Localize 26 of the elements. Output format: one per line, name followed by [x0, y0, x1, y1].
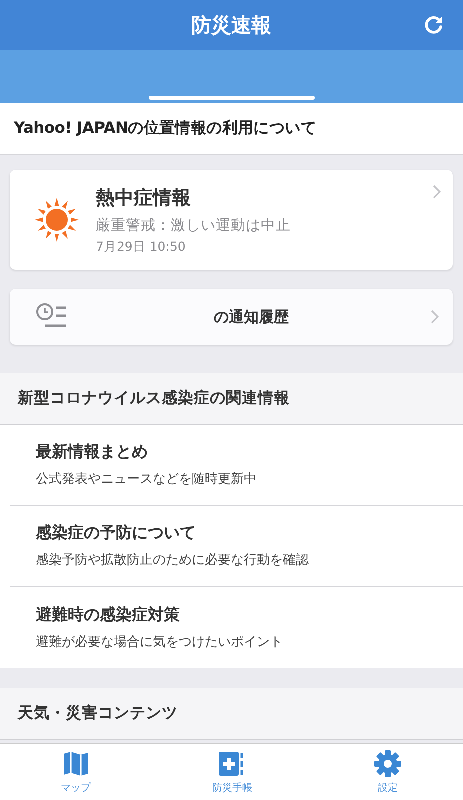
list-item[interactable]: 感染症の予防について 感染予防や拡散防止のために必要な行動を確認	[10, 506, 463, 587]
section-header: 新型コロナウイルス感染症の関連情報	[0, 373, 463, 425]
alert-card[interactable]: 熱中症情報 厳重警戒：激しい運動は中止 7月29日 10:50	[10, 170, 453, 270]
item-subtitle: 感染予防や拡散防止のために必要な行動を確認	[36, 552, 310, 569]
item-subtitle: 避難が必要な場合に気をつけたいポイント	[36, 634, 284, 650]
handbook-icon	[218, 750, 246, 778]
history-label: の通知履歴	[213, 308, 290, 326]
item-title: 感染症の予防について	[36, 523, 197, 544]
refresh-icon	[423, 14, 445, 36]
app-title: 防災速報	[192, 12, 272, 38]
section-header: 天気・災害コンテンツ	[0, 688, 463, 740]
alert-title: 熱中症情報	[96, 186, 192, 210]
item-subtitle: 公式発表やニュースなどを随時更新中	[36, 471, 258, 488]
sun-icon	[34, 197, 80, 243]
item-title: 避難時の感染症対策	[36, 604, 181, 626]
map-icon	[62, 750, 90, 778]
item-title: 最新情報まとめ	[36, 442, 149, 463]
alert-time: 7月29日 10:50	[96, 238, 187, 256]
settings-icon	[374, 750, 402, 778]
chevron-icon	[433, 185, 441, 199]
list-item[interactable]: 最新情報まとめ 公式発表やニュースなどを随時更新中	[10, 425, 463, 506]
alert-message: 厳重警戒：激しい運動は中止	[96, 216, 292, 234]
list-item[interactable]: 避難時の感染症対策 避難が必要な場合に気をつけたいポイント	[10, 587, 463, 668]
location-notice[interactable]: Yahoo! JAPANの位置情報の利用について	[0, 103, 463, 155]
history-card[interactable]: の通知履歴	[10, 289, 453, 345]
chevron-icon	[431, 310, 439, 324]
